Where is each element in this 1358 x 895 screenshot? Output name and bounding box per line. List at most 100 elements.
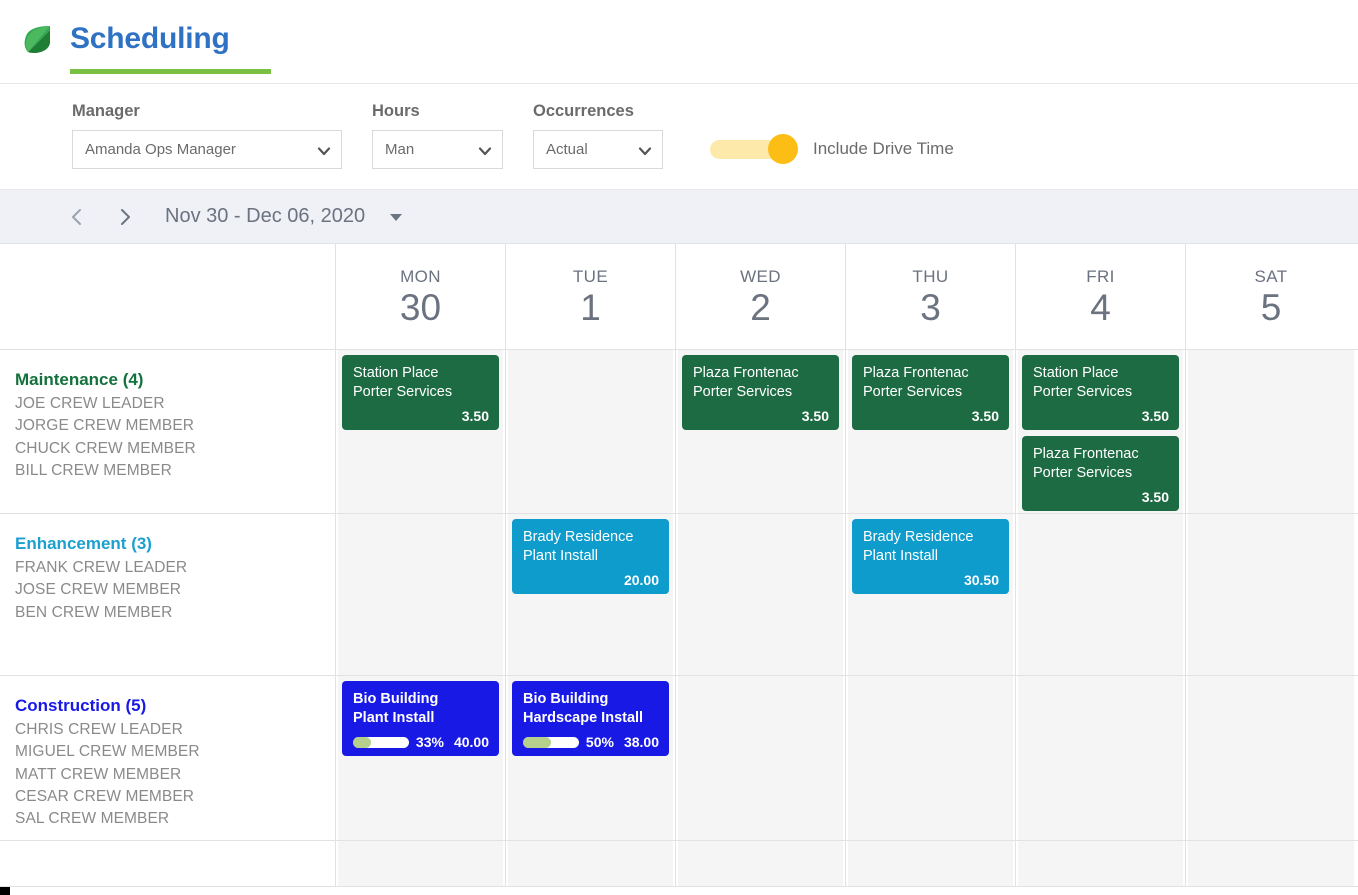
crew-title[interactable]: Construction (5): [15, 696, 335, 716]
schedule-event-card[interactable]: Station PlacePorter Services 3.50: [342, 355, 499, 430]
manager-select-value: Amanda Ops Manager: [85, 141, 236, 158]
calendar-day-column: [1016, 514, 1186, 675]
calendar-cell[interactable]: [676, 841, 845, 886]
schedule-event-card[interactable]: Plaza FrontenacPorter Services3.50: [1022, 436, 1179, 511]
calendar-cell[interactable]: [1016, 514, 1185, 675]
calendar-cell[interactable]: Station PlacePorter Services 3.50: [336, 350, 505, 513]
hours-label: Hours: [372, 102, 503, 120]
schedule-event-card[interactable]: Plaza FrontenacPorter Services 3.50: [682, 355, 839, 430]
crew-info: Maintenance (4)JOE CREW LEADERJORGE CREW…: [0, 350, 335, 513]
date-range-dropdown-button[interactable]: [387, 208, 405, 226]
schedule-event-card[interactable]: Plaza FrontenacPorter Services3.50: [852, 355, 1009, 430]
event-hours: 3.50: [972, 408, 999, 424]
event-footer: 50%38.00: [523, 730, 659, 750]
event-progress-fill: [523, 737, 551, 748]
calendar-cell[interactable]: [1186, 676, 1356, 840]
calendar-cell[interactable]: Plaza FrontenacPorter Services 3.50: [676, 350, 845, 513]
calendar-cell[interactable]: [1186, 350, 1356, 513]
calendar-day-column: Bio BuildingPlant Install33%40.00: [336, 676, 506, 840]
event-title-line1: Brady Residence: [863, 528, 999, 547]
crew-header-cell: [0, 244, 336, 349]
calendar-crew-row: Maintenance (4)JOE CREW LEADERJORGE CREW…: [0, 350, 1358, 514]
day-header-mon: MON 30: [336, 244, 506, 349]
event-title-line2: Porter Services: [863, 383, 999, 402]
calendar-cell[interactable]: [1186, 841, 1356, 886]
calendar-day-column: [846, 841, 1016, 886]
next-week-button[interactable]: [110, 202, 140, 232]
calendar-cell[interactable]: [336, 841, 505, 886]
calendar-cell[interactable]: [506, 350, 675, 513]
day-number: 4: [1090, 289, 1111, 326]
calendar-cell[interactable]: [676, 514, 845, 675]
crew-title[interactable]: Maintenance (4): [15, 370, 335, 390]
calendar-day-column: Brady ResidencePlant Install30.50: [846, 514, 1016, 675]
event-progress-percent: 33%: [416, 734, 444, 750]
calendar-day-column: [1186, 514, 1356, 675]
chevron-down-icon: [637, 143, 651, 157]
crew-title[interactable]: Enhancement (3): [15, 534, 335, 554]
schedule-event-card[interactable]: Bio BuildingPlant Install33%40.00: [342, 681, 499, 756]
event-hours: 3.50: [802, 408, 829, 424]
event-title-line1: Plaza Frontenac: [693, 364, 829, 383]
event-progress-percent: 50%: [586, 734, 614, 750]
previous-week-button[interactable]: [62, 202, 92, 232]
event-footer: 3.50: [693, 404, 829, 424]
calendar-cell[interactable]: Bio BuildingHardscape Install50%38.00: [506, 676, 675, 840]
day-name: TUE: [573, 267, 608, 287]
app-header: Scheduling: [0, 0, 1358, 84]
event-title-line2: Porter Services: [693, 383, 829, 402]
event-hours: 40.00: [454, 734, 489, 750]
calendar-day-column: [846, 676, 1016, 840]
calendar-cell[interactable]: [1186, 514, 1356, 675]
day-number: 2: [750, 289, 771, 326]
calendar-cell[interactable]: Bio BuildingPlant Install33%40.00: [336, 676, 505, 840]
calendar-day-column: [1016, 841, 1186, 886]
drive-time-toggle-group: Include Drive Time: [710, 84, 954, 162]
calendar-cell[interactable]: Plaza FrontenacPorter Services3.50: [846, 350, 1015, 513]
calendar-cell[interactable]: [1016, 676, 1185, 840]
calendar-cell[interactable]: [336, 514, 505, 675]
manager-label: Manager: [72, 102, 342, 120]
calendar-cell[interactable]: Station PlacePorter Services3.50Plaza Fr…: [1016, 350, 1185, 513]
scheduling-app: Scheduling Manager Amanda Ops Manager Ho…: [0, 0, 1358, 895]
schedule-event-card[interactable]: Station PlacePorter Services 3.50: [1022, 355, 1179, 430]
event-title-line1: Bio Building: [523, 690, 659, 709]
day-number: 30: [400, 289, 441, 326]
calendar-cell[interactable]: [1016, 841, 1185, 886]
day-name: MON: [400, 267, 441, 287]
calendar-day-column: Station PlacePorter Services 3.50: [336, 350, 506, 513]
event-title-line1: Station Place: [353, 364, 489, 383]
schedule-event-card[interactable]: Brady ResidencePlant Install30.50: [852, 519, 1009, 594]
event-title-line2: Porter Services: [1033, 464, 1169, 483]
filter-bar: Manager Amanda Ops Manager Hours Man Occ…: [0, 84, 1358, 190]
include-drive-time-toggle[interactable]: [710, 136, 798, 162]
day-header-tue: TUE 1: [506, 244, 676, 349]
calendar-body: Maintenance (4)JOE CREW LEADERJORGE CREW…: [0, 350, 1358, 887]
event-title-line2: Porter Services: [353, 383, 489, 402]
event-title-line2: Porter Services: [1033, 383, 1169, 402]
manager-select[interactable]: Amanda Ops Manager: [72, 130, 342, 169]
calendar-day-column: [1016, 676, 1186, 840]
page-title-underline: [70, 69, 271, 74]
schedule-event-card[interactable]: Brady ResidencePlant Install20.00: [512, 519, 669, 594]
day-number: 1: [580, 289, 601, 326]
occurrences-select-value: Actual: [546, 141, 588, 158]
hours-select[interactable]: Man: [372, 130, 503, 169]
calendar-cell[interactable]: Brady ResidencePlant Install20.00: [506, 514, 675, 675]
calendar-cell[interactable]: [506, 841, 675, 886]
event-footer: 3.50: [1033, 404, 1169, 424]
crew-info: Enhancement (3)FRANK CREW LEADERJOSE CRE…: [0, 514, 335, 675]
calendar-cell[interactable]: [846, 676, 1015, 840]
calendar-cell[interactable]: [846, 841, 1015, 886]
event-title-line1: Station Place: [1033, 364, 1169, 383]
calendar-cell[interactable]: Brady ResidencePlant Install30.50: [846, 514, 1015, 675]
day-name: THU: [912, 267, 948, 287]
hours-select-value: Man: [385, 141, 414, 158]
leaf-logo-icon: [20, 22, 54, 56]
schedule-event-card[interactable]: Bio BuildingHardscape Install50%38.00: [512, 681, 669, 756]
occurrences-select[interactable]: Actual: [533, 130, 663, 169]
event-footer: 20.00: [523, 568, 659, 588]
calendar-day-column: [1186, 841, 1356, 886]
calendar-cell[interactable]: [676, 676, 845, 840]
event-footer: 3.50: [353, 404, 489, 424]
